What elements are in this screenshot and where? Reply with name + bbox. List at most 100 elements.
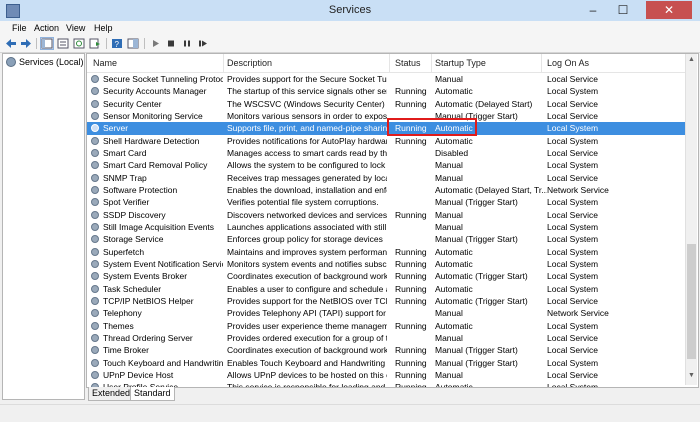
service-row[interactable]: Smart Card Manages access to smart cards … <box>87 147 685 159</box>
service-row[interactable]: Thread Ordering Server Provides ordered e… <box>87 332 685 344</box>
service-row[interactable]: Storage Service Enforces group policy for… <box>87 233 685 245</box>
back-icon[interactable] <box>4 37 18 50</box>
service-status: Running <box>395 357 427 368</box>
service-gear-icon <box>91 309 99 318</box>
start-service-icon[interactable] <box>148 37 162 50</box>
service-log-on-as: Local Service <box>547 209 599 220</box>
scroll-up-icon[interactable]: ▲ <box>686 56 697 63</box>
close-button[interactable]: ✕ <box>646 1 692 19</box>
service-row[interactable]: Security Accounts Manager The startup of … <box>87 85 685 97</box>
service-row[interactable]: System Events Broker Coordinates executio… <box>87 270 685 282</box>
vertical-scrollbar[interactable]: ▲ ▼ <box>685 54 697 385</box>
tab-standard[interactable]: Standard <box>130 387 175 401</box>
show-hide-icon[interactable] <box>126 37 140 50</box>
service-status: Running <box>395 283 427 294</box>
service-row[interactable]: Software Protection Enables the download,… <box>87 184 685 196</box>
status-bar <box>0 404 700 422</box>
column-separator[interactable] <box>431 54 432 72</box>
service-description: Manages access to smart cards read by th… <box>227 147 387 158</box>
service-log-on-as: Local Service <box>547 110 599 121</box>
export-icon[interactable] <box>88 37 102 50</box>
service-status: Running <box>395 258 427 269</box>
service-name: Thread Ordering Server <box>103 332 193 343</box>
service-startup-type: Manual (Trigger Start) <box>435 345 518 356</box>
service-startup-type: Manual <box>435 332 463 343</box>
service-log-on-as: Network Service <box>547 308 609 319</box>
service-row[interactable]: Smart Card Removal Policy Allows the syst… <box>87 159 685 171</box>
service-row[interactable]: Server Supports file, print, and named-pi… <box>87 122 685 135</box>
menu-help[interactable]: Help <box>94 23 113 33</box>
service-startup-type: Disabled <box>435 147 469 158</box>
maximize-button[interactable]: ☐ <box>608 1 638 19</box>
tree-item-services-local[interactable]: Services (Local) <box>6 57 84 67</box>
column-separator[interactable] <box>389 54 390 72</box>
service-row[interactable]: Task Scheduler Enables a user to configur… <box>87 283 685 295</box>
service-name: Smart Card Removal Policy <box>103 160 208 171</box>
service-name: Server <box>103 123 129 134</box>
stop-service-icon[interactable] <box>164 37 178 50</box>
menu-file[interactable]: File <box>12 23 27 33</box>
service-row[interactable]: Sensor Monitoring Service Monitors variou… <box>87 110 685 122</box>
service-log-on-as: Local Service <box>547 332 599 343</box>
service-log-on-as: Local Service <box>547 369 599 380</box>
service-row[interactable]: Superfetch Maintains and improves system … <box>87 246 685 258</box>
highlight-box <box>387 118 477 136</box>
service-name: Smart Card <box>103 147 147 158</box>
console-tree-pane: Services (Local) <box>2 53 85 400</box>
column-header-description[interactable]: Description <box>227 58 272 68</box>
service-row[interactable]: Still Image Acquisition Events Launches a… <box>87 221 685 233</box>
column-separator[interactable] <box>541 54 542 72</box>
service-description: The WSCSVC (Windows Security Center) ser… <box>227 98 387 109</box>
column-separator[interactable] <box>223 54 224 72</box>
service-row[interactable]: Shell Hardware Detection Provides notific… <box>87 135 685 147</box>
service-row[interactable]: Security Center The WSCSVC (Windows Secur… <box>87 98 685 110</box>
service-row[interactable]: Spot Verifier Verifies potential file sys… <box>87 196 685 208</box>
service-gear-icon <box>91 235 99 244</box>
column-header-startup-type[interactable]: Startup Type <box>435 58 486 68</box>
service-row[interactable]: Touch Keyboard and Handwritin... Enables … <box>87 357 685 369</box>
forward-icon[interactable] <box>19 37 33 50</box>
service-status: Running <box>395 98 427 109</box>
service-row[interactable]: SSDP Discovery Discovers networked device… <box>87 209 685 221</box>
service-log-on-as: Local System <box>547 123 599 134</box>
service-description: Verifies potential file system corruptio… <box>227 197 379 208</box>
service-description: Enables the download, installation and e… <box>227 184 387 195</box>
service-name: Themes <box>103 320 134 331</box>
service-description: Provides ordered execution for a group o… <box>227 332 387 343</box>
menu-action[interactable]: Action <box>34 23 59 33</box>
service-row[interactable]: SNMP Trap Receives trap messages generate… <box>87 172 685 184</box>
column-header-status[interactable]: Status <box>395 58 421 68</box>
service-row[interactable]: UPnP Device Host Allows UPnP devices to b… <box>87 369 685 381</box>
properties-list-icon[interactable] <box>56 37 70 50</box>
refresh-icon[interactable] <box>72 37 86 50</box>
service-startup-type: Automatic (Delayed Start) <box>435 98 533 109</box>
service-row[interactable]: Secure Socket Tunneling Protoco... Provid… <box>87 73 685 85</box>
pause-service-icon[interactable] <box>180 37 194 50</box>
minimize-button[interactable]: – <box>578 1 608 19</box>
console-tree-icon[interactable] <box>40 37 54 50</box>
service-gear-icon <box>91 210 99 219</box>
service-log-on-as: Local Service <box>547 295 599 306</box>
service-startup-type: Manual <box>435 160 463 171</box>
service-row[interactable]: Themes Provides user experience theme man… <box>87 320 685 332</box>
column-header-log-on-as[interactable]: Log On As <box>547 58 589 68</box>
service-row[interactable]: TCP/IP NetBIOS Helper Provides support fo… <box>87 295 685 307</box>
column-header-name[interactable]: Name <box>93 58 117 68</box>
tree-item-label: Services (Local) <box>19 57 84 67</box>
service-description: Allows UPnP devices to be hosted on this… <box>227 369 387 380</box>
tab-extended[interactable]: Extended <box>88 387 135 401</box>
menu-view[interactable]: View <box>66 23 85 33</box>
service-row[interactable]: System Event Notification Service Monitor… <box>87 258 685 270</box>
service-row[interactable]: Time Broker Coordinates execution of back… <box>87 344 685 356</box>
help-icon[interactable]: ? <box>110 37 124 50</box>
service-status: Running <box>395 209 427 220</box>
scrollbar-thumb[interactable] <box>687 244 696 359</box>
service-log-on-as: Local Service <box>547 345 599 356</box>
scroll-down-icon[interactable]: ▼ <box>686 372 697 379</box>
service-description: Receives trap messages generated by loca… <box>227 172 387 183</box>
service-status: Running <box>395 271 427 282</box>
restart-service-icon[interactable] <box>196 37 210 50</box>
service-description: Allows the system to be configured to lo… <box>227 160 387 171</box>
service-row[interactable]: Telephony Provides Telephony API (TAPI) s… <box>87 307 685 319</box>
service-log-on-as: Local System <box>547 135 599 146</box>
